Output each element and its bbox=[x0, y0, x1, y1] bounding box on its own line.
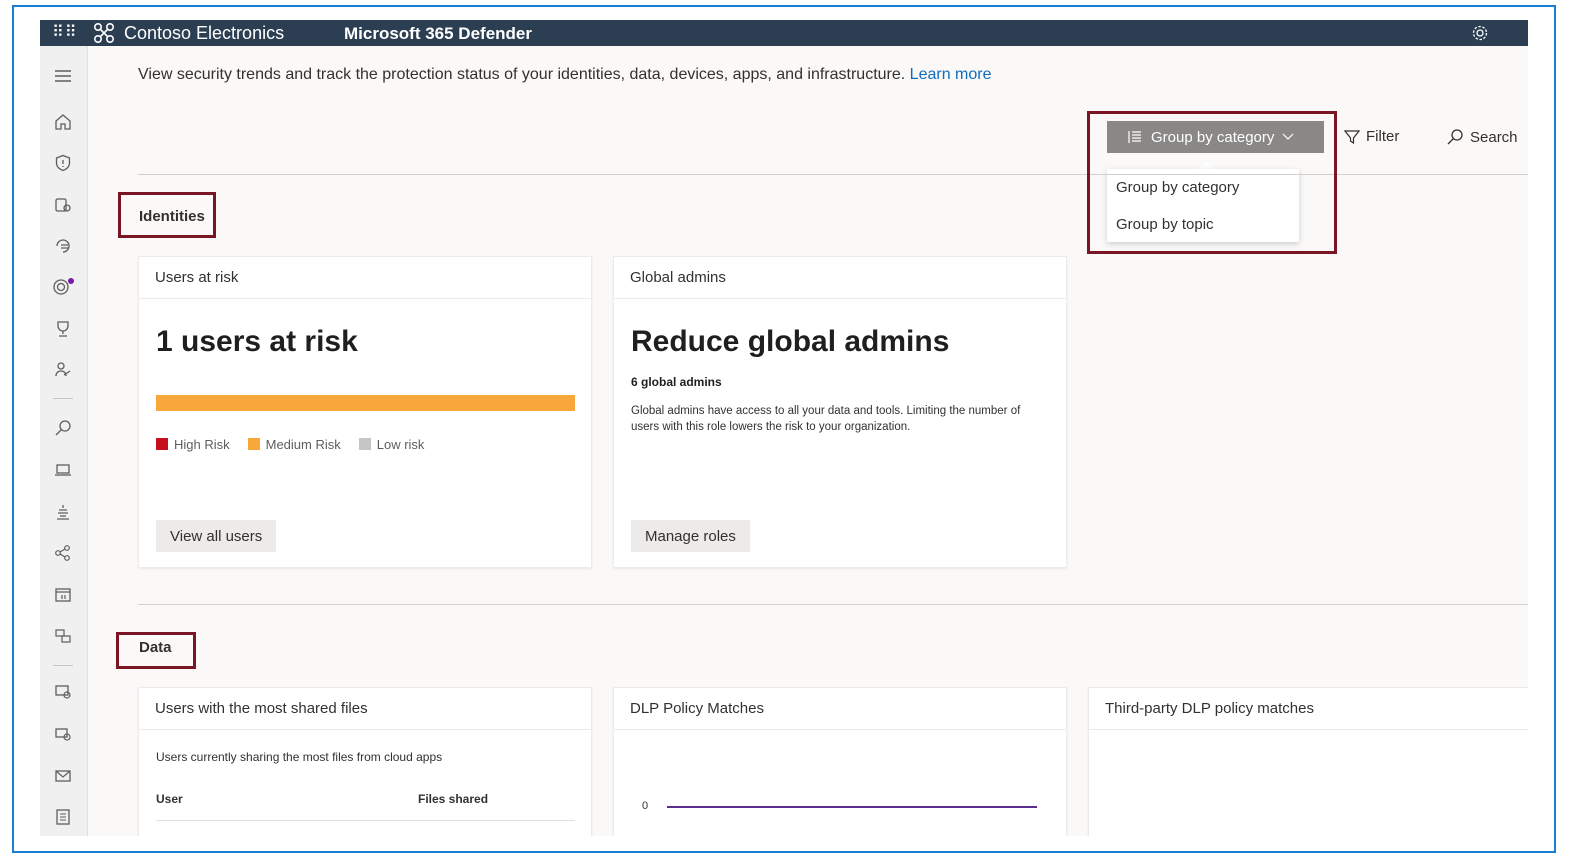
dlp-header: DLP Policy Matches bbox=[614, 688, 1066, 730]
third-party-dlp-card: Third-party DLP policy matches bbox=[1088, 687, 1528, 836]
mail-icon[interactable] bbox=[51, 764, 75, 788]
legend-high-risk: High Risk bbox=[156, 437, 230, 452]
search-label: Search bbox=[1470, 128, 1518, 146]
table-header-divider bbox=[156, 820, 575, 821]
cloud-apps-icon[interactable] bbox=[51, 722, 75, 746]
global-admins-count: 6 global admins bbox=[631, 375, 722, 389]
nav-divider bbox=[53, 665, 73, 666]
menu-icon[interactable] bbox=[51, 64, 75, 88]
incidents-icon[interactable] bbox=[51, 193, 75, 217]
filter-icon bbox=[1344, 129, 1360, 144]
legend-low-risk: Low risk bbox=[358, 437, 424, 452]
legend-medium-risk: Medium Risk bbox=[247, 437, 341, 452]
data-highlight-box bbox=[116, 632, 196, 669]
intro-description: View security trends and track the prote… bbox=[138, 66, 906, 83]
section-divider bbox=[138, 604, 1528, 605]
group-by-highlight-box bbox=[1087, 111, 1337, 254]
product-name[interactable]: Microsoft 365 Defender bbox=[344, 24, 532, 44]
users-at-risk-headline: 1 users at risk bbox=[156, 325, 358, 358]
dlp-policy-matches-card: DLP Policy Matches 0 bbox=[613, 687, 1067, 836]
partner-icon[interactable] bbox=[51, 541, 75, 565]
global-admins-card: Global admins Reduce global admins 6 glo… bbox=[613, 256, 1067, 568]
column-user[interactable]: User bbox=[156, 792, 183, 806]
risk-legend: High Risk Medium Risk Low risk bbox=[156, 437, 424, 452]
org-logo-icon bbox=[93, 22, 115, 44]
email-collab-icon[interactable] bbox=[51, 680, 75, 704]
global-admins-description: Global admins have access to all your da… bbox=[631, 405, 1021, 433]
learn-more-link[interactable]: Learn more bbox=[910, 66, 992, 83]
view-all-users-button[interactable]: View all users bbox=[156, 520, 277, 552]
manage-roles-button[interactable]: Manage roles bbox=[631, 520, 750, 552]
global-admins-headline: Reduce global admins bbox=[631, 325, 950, 358]
search-button[interactable]: Search bbox=[1446, 128, 1518, 146]
hunting-icon[interactable] bbox=[51, 234, 75, 258]
filter-label: Filter bbox=[1366, 128, 1400, 145]
app-launcher-icon[interactable]: ⠿⠿ bbox=[52, 24, 77, 42]
users-at-risk-header: Users at risk bbox=[139, 257, 591, 299]
risk-distribution-bar bbox=[156, 395, 575, 411]
users-at-risk-card: Users at risk 1 users at risk High Risk … bbox=[138, 256, 592, 568]
filter-button[interactable]: Filter bbox=[1344, 128, 1399, 145]
assets-icon[interactable] bbox=[51, 624, 75, 648]
threat-analytics-icon[interactable] bbox=[51, 275, 75, 299]
secure-score-icon[interactable] bbox=[51, 317, 75, 341]
top-bar: ⠿⠿ Contoso Electronics Microsoft 365 Def… bbox=[40, 20, 1528, 46]
column-files-shared[interactable]: Files shared bbox=[418, 792, 488, 806]
home-icon[interactable] bbox=[51, 110, 75, 134]
third-party-dlp-header: Third-party DLP policy matches bbox=[1089, 688, 1528, 730]
device-icon[interactable] bbox=[51, 458, 75, 482]
evaluation-icon[interactable] bbox=[51, 583, 75, 607]
settings-gear-icon[interactable] bbox=[1470, 23, 1490, 43]
shared-files-header: Users with the most shared files bbox=[139, 688, 591, 730]
search-nav-icon[interactable] bbox=[51, 416, 75, 440]
global-admins-header: Global admins bbox=[614, 257, 1066, 299]
nav-divider bbox=[53, 398, 73, 399]
shared-files-subtitle: Users currently sharing the most files f… bbox=[156, 750, 443, 764]
vulnerability-icon[interactable] bbox=[51, 500, 75, 524]
left-navigation bbox=[40, 46, 88, 836]
intro-text: View security trends and track the prote… bbox=[138, 66, 992, 84]
shield-icon[interactable] bbox=[51, 151, 75, 175]
identities-highlight-box bbox=[118, 192, 216, 238]
dlp-trend-line bbox=[667, 806, 1037, 808]
search-icon bbox=[1447, 129, 1463, 145]
org-name[interactable]: Contoso Electronics bbox=[124, 23, 284, 43]
dlp-axis-zero-label: 0 bbox=[642, 800, 649, 812]
learning-hub-icon[interactable] bbox=[51, 358, 75, 382]
shared-files-card: Users with the most shared files Users c… bbox=[138, 687, 592, 836]
reports-icon[interactable] bbox=[51, 805, 75, 829]
